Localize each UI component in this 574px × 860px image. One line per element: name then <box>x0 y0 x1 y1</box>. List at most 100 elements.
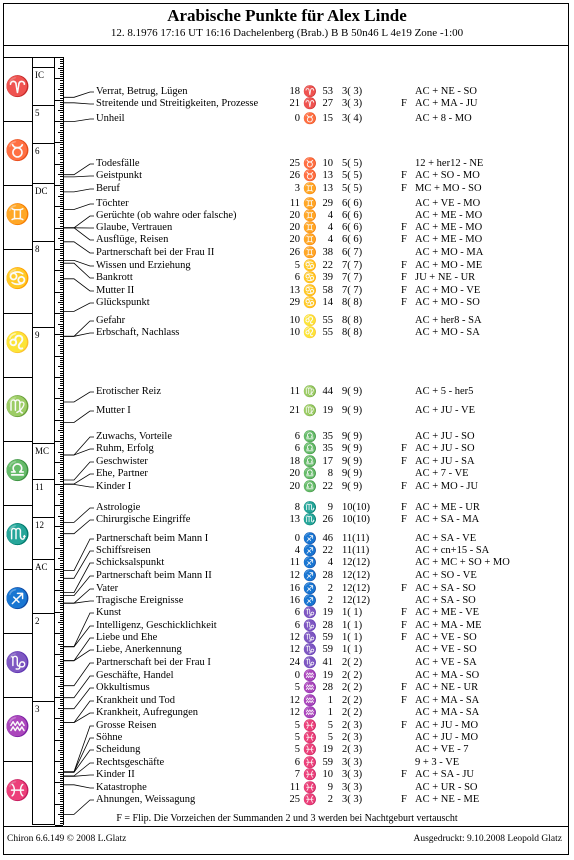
point-minutes: 2 <box>327 794 333 805</box>
point-formula: AC + ME - MO <box>415 222 483 233</box>
point-minutes: 17 <box>322 456 334 467</box>
point-sign-icon: ♋ <box>303 260 317 272</box>
point-minutes: 8 <box>327 468 333 479</box>
point-formula: AC + SA - MA <box>415 514 480 525</box>
point-formula: 12 + her12 - NE <box>415 158 484 169</box>
point-house: 2( 2) <box>342 695 363 706</box>
point-degree: 12 <box>289 644 301 655</box>
point-formula: AC + her8 - SA <box>415 315 482 326</box>
point-name: Mutter II <box>96 285 135 296</box>
point-minutes: 2 <box>327 583 333 594</box>
point-name: Mutter I <box>96 405 131 416</box>
point-minutes: 5 <box>327 732 333 743</box>
point-name: Geschäfte, Handel <box>96 670 174 681</box>
flip-flag: F <box>401 720 407 731</box>
point-row: Unheil 0 ♉ 15 3( 4) AC + 8 - MO <box>0 113 574 125</box>
point-row: Partnerschaft bei der Frau I 24 ♑ 41 2( 2) AC… <box>0 657 574 669</box>
point-minutes: 1 <box>327 707 333 718</box>
point-row: Geistpunkt 26 ♉ 13 5( 5) F AC + SO - MO <box>0 170 574 182</box>
point-row: Todesfälle 25 ♉ 10 5( 5) 12 + her12 - NE <box>0 158 574 170</box>
point-house: 8( 8) <box>342 327 363 338</box>
point-sign-icon: ♓ <box>303 732 317 744</box>
point-degree: 12 <box>289 695 301 706</box>
point-minutes: 27 <box>322 98 334 109</box>
point-row: Bankrott 6 ♋ 39 7( 7) F JU + NE - UR <box>0 272 574 284</box>
point-formula: AC + NE - UR <box>415 682 479 693</box>
point-sign-icon: ♋ <box>303 272 317 284</box>
point-formula: AC + MA - SA <box>415 707 480 718</box>
point-sign-icon: ♎ <box>303 468 317 480</box>
point-formula: AC + MO - JU <box>415 481 479 492</box>
point-sign-icon: ♈ <box>303 98 317 110</box>
flip-flag: F <box>401 514 407 525</box>
point-formula: AC + MA - ME <box>415 620 482 631</box>
point-row: Partnerschaft beim Mann II 12 ♐ 28 12(12) AC … <box>0 570 574 582</box>
point-house: 10(10) <box>342 514 370 525</box>
flip-flag: F <box>401 260 407 271</box>
flip-flag: F <box>401 456 407 467</box>
point-minutes: 4 <box>327 234 333 245</box>
point-minutes: 22 <box>322 545 334 556</box>
point-degree: 20 <box>289 234 301 245</box>
point-sign-icon: ♏ <box>303 502 317 514</box>
point-minutes: 5 <box>327 720 333 731</box>
point-row: Glaube, Vertrauen 20 ♊ 4 6( 6) F AC + ME - MO <box>0 222 574 234</box>
point-name: Kinder II <box>96 769 135 780</box>
point-minutes: 1 <box>327 695 333 706</box>
flip-flag: F <box>401 170 407 181</box>
point-name: Kinder I <box>96 481 132 492</box>
point-name: Partnerschaft beim Mann II <box>96 570 212 581</box>
point-sign-icon: ♐ <box>303 595 317 607</box>
point-name: Astrologie <box>96 502 141 513</box>
point-house: 5( 5) <box>342 158 363 169</box>
point-house: 5( 5) <box>342 183 363 194</box>
point-degree: 10 <box>289 327 301 338</box>
point-row: Rechtsgeschäfte 6 ♓ 59 3( 3) 9 + 3 - VE <box>0 757 574 769</box>
point-degree: 5 <box>294 732 300 743</box>
point-degree: 6 <box>294 443 300 454</box>
point-house: 5( 5) <box>342 170 363 181</box>
point-name: Partnerschaft bei der Frau I <box>96 657 211 668</box>
point-name: Rechtsgeschäfte <box>96 757 165 768</box>
point-degree: 20 <box>289 481 301 492</box>
point-house: 3( 3) <box>342 782 363 793</box>
point-name: Töchter <box>96 198 129 209</box>
point-minutes: 19 <box>322 405 334 416</box>
point-minutes: 55 <box>322 327 334 338</box>
point-sign-icon: ♐ <box>303 533 317 545</box>
point-formula: AC + VE - SO <box>415 644 477 655</box>
point-house: 7( 7) <box>342 285 363 296</box>
point-degree: 5 <box>294 682 300 693</box>
point-degree: 24 <box>289 657 301 668</box>
point-sign-icon: ♉ <box>303 113 317 125</box>
point-name: Streitende und Streitigkeiten, Prozesse <box>96 98 259 109</box>
point-name: Vater <box>96 583 119 594</box>
point-name: Partnerschaft bei der Frau II <box>96 247 215 258</box>
point-house: 3( 4) <box>342 113 363 124</box>
point-house: 2( 3) <box>342 720 363 731</box>
point-house: 9( 9) <box>342 405 363 416</box>
point-degree: 0 <box>294 533 300 544</box>
point-house: 2( 3) <box>342 732 363 743</box>
point-row: Gerüchte (ob wahre oder falsche) 20 ♊ 4 6( 6… <box>0 210 574 222</box>
point-minutes: 19 <box>322 744 334 755</box>
point-row: Okkultismus 5 ♒ 28 2( 2) F AC + NE - UR <box>0 682 574 694</box>
point-row: Kunst 6 ♑ 19 1( 1) F AC + ME - VE <box>0 607 574 619</box>
point-sign-icon: ♌ <box>303 315 317 327</box>
point-row: Glückspunkt 29 ♋ 14 8( 8) F AC + MO - SO <box>0 297 574 309</box>
point-row: Kinder I 20 ♎ 22 9( 9) F AC + MO - JU <box>0 481 574 493</box>
point-sign-icon: ♍ <box>303 386 317 398</box>
point-minutes: 44 <box>322 386 334 397</box>
flip-flag: F <box>401 98 407 109</box>
point-minutes: 9 <box>327 782 333 793</box>
point-minutes: 26 <box>322 514 334 525</box>
point-name: Geschwister <box>96 456 148 467</box>
point-sign-icon: ♊ <box>303 222 317 234</box>
point-minutes: 53 <box>322 86 334 97</box>
point-degree: 13 <box>289 285 301 296</box>
point-formula: AC + VE - 7 <box>415 744 469 755</box>
point-minutes: 29 <box>322 198 334 209</box>
point-minutes: 2 <box>327 595 333 606</box>
point-formula: 9 + 3 - VE <box>415 757 460 768</box>
point-house: 1( 1) <box>342 607 363 618</box>
